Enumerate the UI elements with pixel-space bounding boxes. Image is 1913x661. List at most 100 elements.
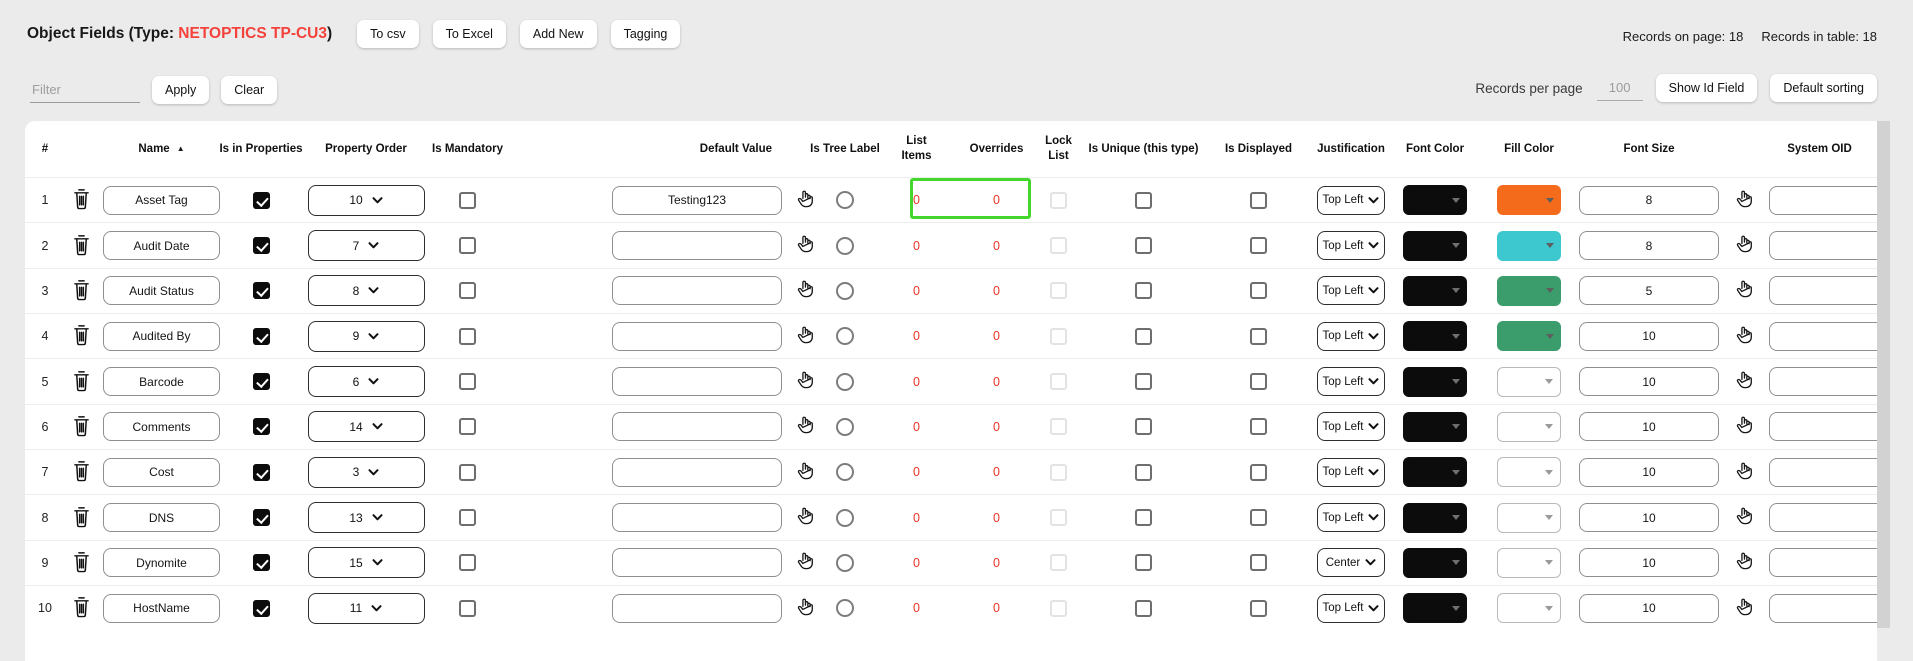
system-oid-input[interactable] [1769, 231, 1877, 260]
default-value-picker-button[interactable] [794, 550, 815, 575]
overrides-count[interactable]: 0 [993, 375, 1000, 389]
font-size-input[interactable] [1579, 458, 1719, 487]
default-value-picker-button[interactable] [794, 233, 815, 258]
name-input[interactable] [103, 412, 220, 441]
font-size-input[interactable] [1579, 412, 1719, 441]
is-in-properties-checkbox[interactable] [253, 554, 270, 571]
fill-color-picker[interactable] [1497, 231, 1561, 261]
name-input[interactable] [103, 186, 220, 215]
fill-color-picker[interactable] [1497, 276, 1561, 306]
fill-color-picker[interactable] [1497, 593, 1561, 623]
justification-select[interactable]: Top Left [1317, 458, 1385, 487]
system-oid-picker-button[interactable] [1733, 278, 1754, 303]
is-displayed-checkbox[interactable] [1250, 600, 1267, 617]
default-value-input[interactable] [612, 548, 782, 577]
system-oid-picker-button[interactable] [1733, 596, 1754, 621]
overrides-count[interactable]: 0 [993, 465, 1000, 479]
default-value-input[interactable] [612, 458, 782, 487]
is-in-properties-checkbox[interactable] [253, 509, 270, 526]
default-value-input[interactable] [612, 503, 782, 532]
font-color-picker[interactable] [1403, 503, 1467, 533]
font-color-picker[interactable] [1403, 593, 1467, 623]
is-mandatory-checkbox[interactable] [459, 418, 476, 435]
is-displayed-checkbox[interactable] [1250, 509, 1267, 526]
default-value-picker-button[interactable] [794, 278, 815, 303]
property-order-select[interactable]: 3 [308, 457, 425, 488]
font-size-input[interactable] [1579, 186, 1719, 215]
default-value-picker-button[interactable] [794, 369, 815, 394]
property-order-select[interactable]: 9 [308, 321, 425, 352]
overrides-count[interactable]: 0 [993, 239, 1000, 253]
system-oid-input[interactable] [1769, 367, 1877, 396]
default-value-input[interactable] [612, 412, 782, 441]
justification-select[interactable]: Top Left [1317, 276, 1385, 305]
is-displayed-checkbox[interactable] [1250, 464, 1267, 481]
is-tree-label-radio[interactable] [836, 373, 854, 391]
default-sorting-button[interactable]: Default sorting [1770, 74, 1877, 102]
font-color-picker[interactable] [1403, 367, 1467, 397]
is-unique-checkbox[interactable] [1135, 554, 1152, 571]
font-size-input[interactable] [1579, 594, 1719, 623]
is-in-properties-checkbox[interactable] [253, 373, 270, 390]
property-order-select[interactable]: 7 [308, 230, 425, 261]
list-items-count[interactable]: 0 [913, 420, 920, 434]
justification-select[interactable]: Top Left [1317, 594, 1385, 623]
system-oid-input[interactable] [1769, 186, 1877, 215]
font-size-input[interactable] [1579, 548, 1719, 577]
is-mandatory-checkbox[interactable] [459, 554, 476, 571]
is-unique-checkbox[interactable] [1135, 418, 1152, 435]
is-displayed-checkbox[interactable] [1250, 237, 1267, 254]
fill-color-picker[interactable] [1497, 367, 1561, 397]
is-mandatory-checkbox[interactable] [459, 509, 476, 526]
default-value-picker-button[interactable] [794, 324, 815, 349]
default-value-picker-button[interactable] [794, 596, 815, 621]
name-input[interactable] [103, 231, 220, 260]
delete-row-button[interactable] [71, 233, 92, 259]
fill-color-picker[interactable] [1497, 185, 1561, 215]
justification-select[interactable]: Top Left [1317, 186, 1385, 215]
fill-color-picker[interactable] [1497, 548, 1561, 578]
is-unique-checkbox[interactable] [1135, 600, 1152, 617]
is-unique-checkbox[interactable] [1135, 282, 1152, 299]
font-size-input[interactable] [1579, 231, 1719, 260]
font-size-input[interactable] [1579, 367, 1719, 396]
property-order-select[interactable]: 8 [308, 275, 425, 306]
is-in-properties-checkbox[interactable] [253, 328, 270, 345]
list-items-count[interactable]: 0 [913, 511, 920, 525]
is-displayed-checkbox[interactable] [1250, 282, 1267, 299]
name-input[interactable] [103, 548, 220, 577]
property-order-select[interactable]: 10 [308, 185, 425, 216]
property-order-select[interactable]: 14 [308, 411, 425, 442]
property-order-select[interactable]: 11 [308, 593, 425, 624]
is-tree-label-radio[interactable] [836, 599, 854, 617]
is-displayed-checkbox[interactable] [1250, 554, 1267, 571]
apply-button[interactable]: Apply [152, 76, 209, 104]
records-per-page-input[interactable] [1597, 76, 1643, 101]
list-items-count[interactable]: 0 [913, 284, 920, 298]
to-excel-button[interactable]: To Excel [433, 20, 506, 48]
default-value-input[interactable] [612, 231, 782, 260]
system-oid-input[interactable] [1769, 412, 1877, 441]
overrides-count[interactable]: 0 [993, 193, 1000, 207]
is-displayed-checkbox[interactable] [1250, 418, 1267, 435]
default-value-picker-button[interactable] [794, 460, 815, 485]
system-oid-input[interactable] [1769, 548, 1877, 577]
is-unique-checkbox[interactable] [1135, 373, 1152, 390]
default-value-input[interactable] [612, 186, 782, 215]
overrides-count[interactable]: 0 [993, 420, 1000, 434]
delete-row-button[interactable] [71, 187, 92, 213]
show-id-field-button[interactable]: Show Id Field [1656, 74, 1758, 102]
to-csv-button[interactable]: To csv [357, 20, 418, 48]
delete-row-button[interactable] [71, 323, 92, 349]
is-in-properties-checkbox[interactable] [253, 600, 270, 617]
font-color-picker[interactable] [1403, 321, 1467, 351]
delete-row-button[interactable] [71, 459, 92, 485]
name-input[interactable] [103, 458, 220, 487]
font-color-picker[interactable] [1403, 457, 1467, 487]
vertical-scrollbar[interactable] [1877, 121, 1890, 628]
font-color-picker[interactable] [1403, 412, 1467, 442]
overrides-count[interactable]: 0 [993, 601, 1000, 615]
is-tree-label-radio[interactable] [836, 191, 854, 209]
name-input[interactable] [103, 594, 220, 623]
delete-row-button[interactable] [71, 414, 92, 440]
